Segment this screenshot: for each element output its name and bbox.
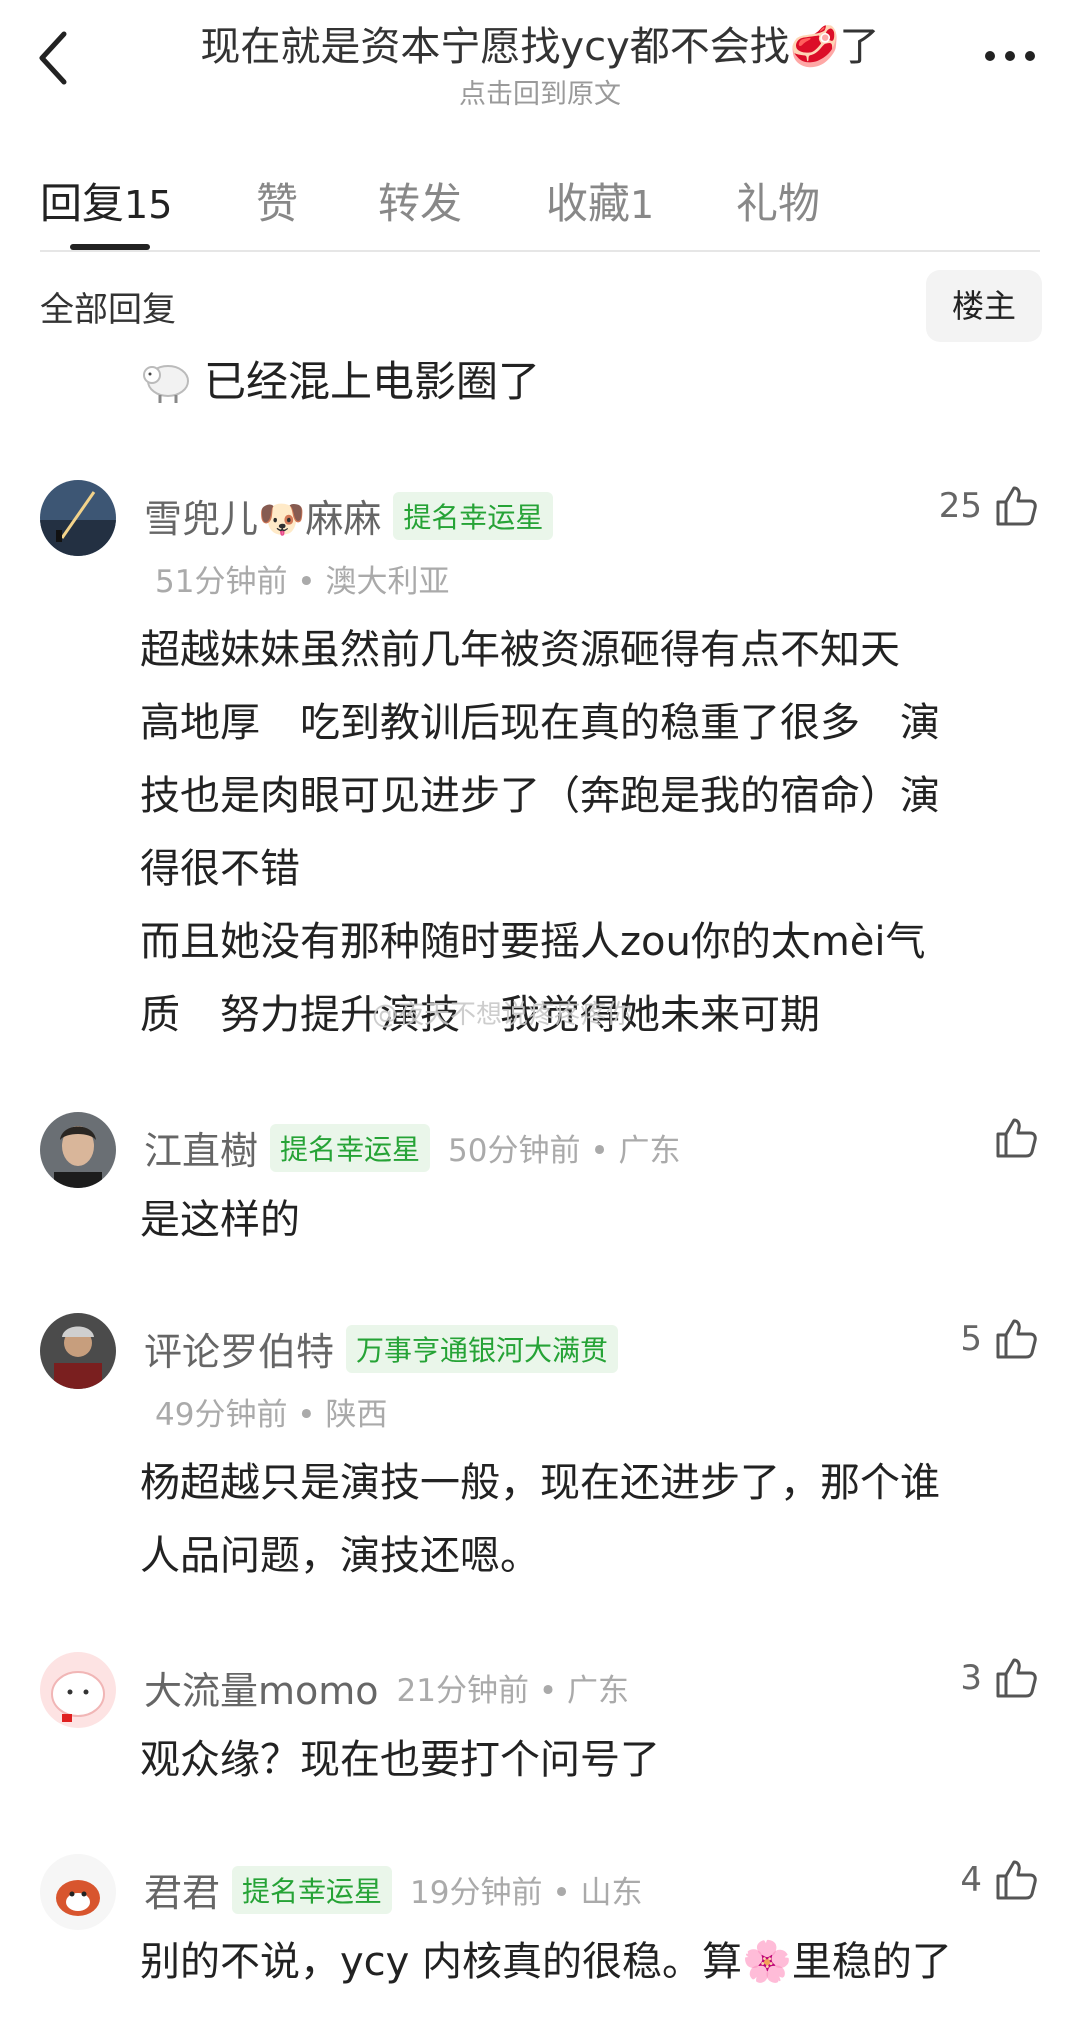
tab-gifts[interactable]: 礼物: [736, 170, 820, 231]
comment-line: 杨超越只是演技一般，现在还进步了，那个谁: [140, 1460, 940, 1506]
more-options-icon[interactable]: [980, 36, 1040, 76]
like-count: 5: [960, 1319, 982, 1359]
comment-item: 大流量momo 21分钟前 • 广东 3 观众缘？现在也要打个问号了: [0, 1652, 1080, 1783]
username[interactable]: 评论罗伯特 万事亨通银河大满贯: [144, 1321, 619, 1376]
thumbs-up-icon: [996, 486, 1037, 526]
like-button[interactable]: 25: [939, 484, 1038, 528]
comment-item: 雪兜儿🐶麻麻 提名幸运星 25 51分钟前 • 澳大利亚 超越妹妹虽然前几年被资…: [0, 480, 1080, 1040]
comment-meta: 49分钟前 • 陕西: [155, 1397, 388, 1433]
like-button[interactable]: 4: [960, 1858, 1038, 1902]
sheep-emoji-icon: [143, 364, 189, 403]
username-text: 江直樹: [144, 1129, 259, 1173]
username-text: 评论罗伯特: [144, 1330, 335, 1374]
comment-line: 观众缘？现在也要打个问号了: [140, 1737, 660, 1783]
user-badge[interactable]: 万事亨通银河大满贯: [346, 1324, 619, 1373]
username[interactable]: 雪兜儿🐶麻麻 提名幸运星: [144, 488, 554, 543]
user-badge[interactable]: 提名幸运星: [232, 1865, 393, 1914]
comment-line: 是这样的: [140, 1197, 300, 1243]
thumbs-up-icon: [996, 1118, 1037, 1158]
comment-body: 超越妹妹虽然前几年被资源砸得有点不知天 高地厚 吃到教训后现在真的稳重了很多 演…: [140, 614, 1030, 1052]
tab-reposts[interactable]: 转发: [378, 170, 462, 231]
top-bar: 现在就是资本宁愿找ycy都不会找🥩了 点击回到原文: [0, 0, 1080, 110]
tab-likes[interactable]: 赞: [256, 170, 298, 231]
comment-line: 技也是肉眼可见进步了（奔跑是我的宿命）演: [140, 773, 940, 819]
username[interactable]: 大流量momo 21分钟前 • 广东: [144, 1660, 629, 1715]
avatar[interactable]: [40, 1854, 116, 1930]
thumbs-up-icon: [996, 1319, 1037, 1359]
comment-body: 观众缘？现在也要打个问号了: [140, 1724, 1030, 1797]
tab-favorites-count: 1: [630, 183, 655, 227]
comment-line: 得很不错: [140, 846, 300, 892]
user-badge[interactable]: 提名幸运星: [393, 491, 554, 540]
username-text: 雪兜儿🐶麻麻: [144, 497, 382, 541]
comment-item: 江直樹 提名幸运星 50分钟前 • 广东 是这样的: [0, 1112, 1080, 1243]
back-to-original-link[interactable]: 点击回到原文: [0, 72, 1080, 111]
avatar[interactable]: [40, 480, 116, 556]
watermark-text: @夜天不想说疼疼疼你: [372, 1000, 633, 1030]
comment-line: 高地厚 吃到教训后现在真的稳重了很多 演: [140, 700, 940, 746]
comment-body: 别的不说，ycy 内核真的很稳。算🌸里稳的了: [140, 1926, 1030, 1999]
comment-body: 是这样的: [140, 1184, 1030, 1257]
like-count: 4: [960, 1860, 982, 1900]
comment-item: 评论罗伯特 万事亨通银河大满贯 5 49分钟前 • 陕西 杨超越只是演技一般，现…: [0, 1313, 1080, 1593]
tab-favorites[interactable]: 收藏1: [546, 170, 654, 231]
comment-meta: 51分钟前 • 澳大利亚: [155, 564, 450, 600]
all-replies-heading: 全部回复: [40, 290, 176, 330]
avatar[interactable]: [40, 1313, 116, 1389]
avatar[interactable]: [40, 1652, 116, 1728]
comment-meta: 50分钟前 • 广东: [448, 1133, 681, 1169]
divider: [40, 250, 1040, 252]
comment-line: 人品问题，演技还嗯。: [140, 1533, 540, 1579]
comment-meta: 21分钟前 • 广东: [396, 1673, 629, 1709]
tab-bar: 回复15 赞 转发 收藏1 礼物: [40, 160, 1040, 250]
comment-line: 别的不说，ycy 内核真的很稳。算🌸里稳的了: [140, 1939, 952, 1985]
comment-line: 超越妹妹虽然前几年被资源砸得有点不知天: [140, 627, 900, 673]
comment-meta: 19分钟前 • 山东: [410, 1875, 643, 1911]
tab-reposts-label: 转发: [378, 179, 463, 228]
like-button[interactable]: 5: [960, 1317, 1038, 1361]
username-text: 君君: [144, 1871, 221, 1915]
partial-comment-text: 已经混上电影圈了: [204, 357, 541, 406]
tab-gifts-label: 礼物: [736, 179, 821, 228]
tab-replies[interactable]: 回复15: [40, 170, 172, 231]
comment-line: 而且她没有那种随时要摇人zou你的太mèi气: [140, 919, 926, 965]
avatar[interactable]: [40, 1112, 116, 1188]
username[interactable]: 君君 提名幸运星 19分钟前 • 山东: [144, 1862, 642, 1917]
like-button[interactable]: 3: [960, 1656, 1038, 1700]
tab-favorites-label: 收藏: [546, 179, 631, 228]
tab-replies-count: 15: [124, 183, 173, 227]
thumbs-up-icon: [996, 1860, 1037, 1900]
post-title[interactable]: 现在就是资本宁愿找ycy都不会找🥩了: [0, 14, 1080, 72]
op-only-filter-button[interactable]: 楼主: [926, 270, 1042, 342]
like-count: 25: [938, 486, 982, 526]
comment-item: 君君 提名幸运星 19分钟前 • 山东 4 别的不说，ycy 内核真的很稳。算🌸…: [0, 1854, 1080, 1994]
like-count: 3: [960, 1658, 982, 1698]
comment-body: 杨超越只是演技一般，现在还进步了，那个谁 人品问题，演技还嗯。: [140, 1447, 1030, 1593]
username-text: 大流量momo: [144, 1669, 379, 1713]
like-button[interactable]: [994, 1116, 1038, 1160]
tab-replies-label: 回复: [40, 179, 125, 228]
partial-comment: 已经混上电影圈了: [140, 348, 540, 409]
user-badge[interactable]: 提名幸运星: [270, 1123, 431, 1172]
username[interactable]: 江直樹 提名幸运星 50分钟前 • 广东: [144, 1120, 680, 1175]
tab-likes-label: 赞: [256, 179, 299, 228]
thumbs-up-icon: [996, 1658, 1037, 1698]
